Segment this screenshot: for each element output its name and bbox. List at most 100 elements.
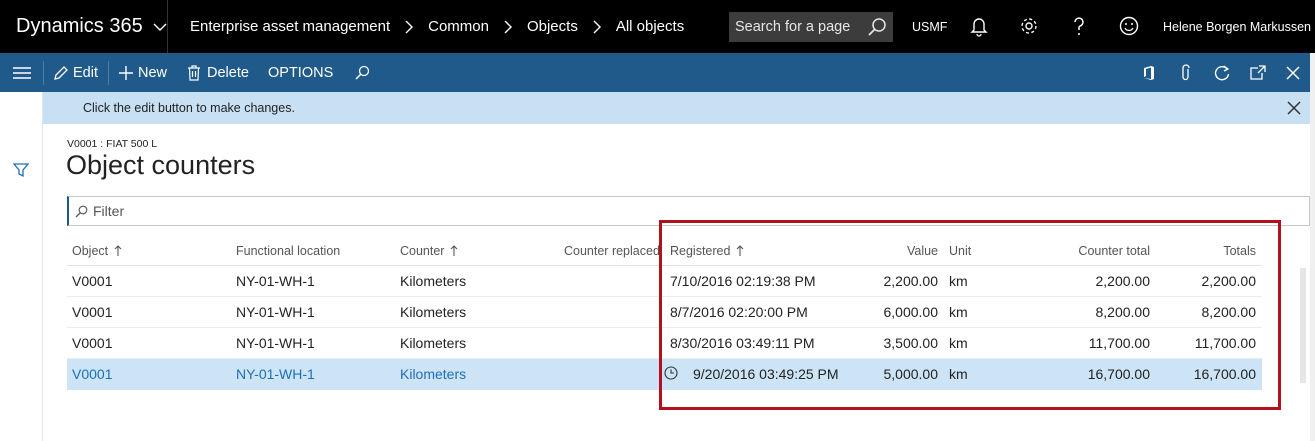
attachments-button[interactable] xyxy=(1180,53,1192,92)
cell-functional-location[interactable]: NY-01-WH-1 xyxy=(236,304,315,320)
column-header-label: Registered xyxy=(670,244,731,258)
app-launcher-button[interactable]: Dynamics 365 xyxy=(0,0,168,53)
grid-filter-input[interactable]: Filter xyxy=(67,196,1310,226)
cell-object[interactable]: V0001 xyxy=(72,304,112,320)
sort-ascending-icon xyxy=(114,245,122,256)
column-header-counter-total[interactable]: Counter total xyxy=(1027,236,1150,266)
breadcrumb-item-objects[interactable]: Objects xyxy=(527,18,578,35)
office-button[interactable] xyxy=(1142,53,1156,92)
column-header-totals[interactable]: Totals xyxy=(1167,236,1256,266)
options-tab[interactable]: OPTIONS xyxy=(268,53,333,92)
office-icon xyxy=(1144,65,1154,80)
column-header-functional-location[interactable]: Functional location xyxy=(236,236,340,266)
cell-registered: 7/10/2016 02:19:38 PM xyxy=(670,273,816,289)
help-icon[interactable] xyxy=(1068,15,1090,37)
pop-out-icon xyxy=(1250,64,1266,80)
breadcrumb-item-module[interactable]: Enterprise asset management xyxy=(190,18,390,35)
column-header-counter-replaced[interactable]: Counter replaced xyxy=(564,236,660,266)
close-page-button[interactable] xyxy=(1286,53,1300,92)
clock-icon xyxy=(664,366,678,380)
cell-counter[interactable]: Kilometers xyxy=(400,335,466,351)
cell-object[interactable]: V0001 xyxy=(72,366,112,382)
cell-functional-location[interactable]: NY-01-WH-1 xyxy=(236,273,315,289)
cell-value[interactable]: 5,000.00 xyxy=(847,366,939,382)
column-header-object[interactable]: Object xyxy=(72,236,122,266)
page-edge xyxy=(1310,53,1315,441)
page-search-placeholder: Search for a page xyxy=(735,19,851,35)
table-row-selected[interactable]: V0001 NY-01-WH-1 Kilometers 9/20/2016 03… xyxy=(67,359,1262,390)
search-icon xyxy=(75,205,88,218)
sort-ascending-icon xyxy=(737,245,744,256)
cell-unit: km xyxy=(949,273,968,289)
edit-label: Edit xyxy=(73,64,98,81)
filter-icon[interactable] xyxy=(13,162,29,178)
cell-unit: km xyxy=(949,304,968,320)
breadcrumb-item-all-objects[interactable]: All objects xyxy=(616,18,684,35)
delete-label: Delete xyxy=(207,64,249,81)
table-row[interactable]: V0001 NY-01-WH-1 Kilometers 7/10/2016 02… xyxy=(67,266,1262,297)
column-header-counter[interactable]: Counter xyxy=(400,236,458,266)
cell-counter[interactable]: Kilometers xyxy=(400,273,466,289)
search-icon xyxy=(355,65,370,80)
cell-counter[interactable]: Kilometers xyxy=(400,304,466,320)
company-picker[interactable]: USMF xyxy=(912,0,947,53)
cell-totals: 11,700.00 xyxy=(1194,335,1256,351)
refresh-button[interactable] xyxy=(1213,53,1231,92)
cell-counter-total: 8,200.00 xyxy=(1095,304,1151,320)
smiley-icon[interactable] xyxy=(1118,15,1140,37)
chevron-down-icon xyxy=(153,23,167,31)
cell-counter-total: 11,700.00 xyxy=(1088,335,1150,351)
cell-object[interactable]: V0001 xyxy=(72,335,112,351)
grid-scrollbar[interactable] xyxy=(1300,268,1306,383)
gear-icon[interactable] xyxy=(1018,15,1040,37)
column-header-registered[interactable]: Registered xyxy=(670,236,744,266)
divider xyxy=(43,61,44,85)
table-row[interactable]: V0001 NY-01-WH-1 Kilometers 8/7/2016 02:… xyxy=(67,297,1262,328)
table-row[interactable]: V0001 NY-01-WH-1 Kilometers 8/30/2016 03… xyxy=(67,328,1262,359)
column-header-label: Counter total xyxy=(1078,244,1150,258)
filter-pane-rail xyxy=(0,92,43,441)
message-text: Click the edit button to make changes. xyxy=(83,101,295,115)
column-header-label: Counter xyxy=(400,244,445,258)
cell-unit[interactable]: km xyxy=(949,366,968,382)
bell-icon[interactable] xyxy=(968,15,990,37)
action-pane: Edit New Delete OPTIONS xyxy=(0,53,1315,92)
page-search-input[interactable]: Search for a page xyxy=(729,12,893,42)
cell-counter-total: 16,700.00 xyxy=(1087,366,1150,382)
cell-functional-location[interactable]: NY-01-WH-1 xyxy=(236,335,315,351)
divider xyxy=(108,61,109,85)
column-header-label: Value xyxy=(906,244,938,258)
column-header-unit[interactable]: Unit xyxy=(949,236,971,266)
breadcrumb-item-common[interactable]: Common xyxy=(428,18,489,35)
chevron-right-icon xyxy=(405,20,414,33)
user-name[interactable]: Helene Borgen Markussen xyxy=(1163,0,1311,53)
chevron-right-icon xyxy=(504,20,512,33)
hamburger-menu-button[interactable] xyxy=(12,53,32,92)
cell-object[interactable]: V0001 xyxy=(72,273,112,289)
new-button[interactable]: New xyxy=(118,53,167,92)
cell-totals: 8,200.00 xyxy=(1201,304,1257,320)
open-new-window-button[interactable] xyxy=(1249,53,1267,92)
cell-counter-total: 2,200.00 xyxy=(1095,273,1151,289)
cell-totals: 2,200.00 xyxy=(1201,273,1257,289)
cell-totals: 16,700.00 xyxy=(1193,366,1256,382)
sort-ascending-icon xyxy=(451,245,458,256)
page-title: Object counters xyxy=(66,150,256,180)
column-header-label: Totals xyxy=(1223,244,1256,258)
chevron-right-icon xyxy=(593,20,601,33)
hamburger-icon xyxy=(13,66,31,79)
filter-placeholder: Filter xyxy=(93,203,125,219)
delete-button[interactable]: Delete xyxy=(187,53,249,92)
cell-registered[interactable]: 9/20/2016 03:49:25 PM xyxy=(693,366,839,382)
action-search-button[interactable] xyxy=(354,53,370,92)
cell-counter[interactable]: Kilometers xyxy=(400,366,466,382)
column-header-value[interactable]: Value xyxy=(847,236,938,266)
edit-button[interactable]: Edit xyxy=(53,53,98,92)
close-icon[interactable] xyxy=(1287,101,1301,115)
column-header-label: Counter replaced xyxy=(564,244,660,258)
cell-registered: 8/7/2016 02:20:00 PM xyxy=(670,304,808,320)
close-icon xyxy=(1286,65,1300,80)
app-name: Dynamics 365 xyxy=(16,15,143,37)
column-header-label: Object xyxy=(72,244,109,258)
cell-functional-location[interactable]: NY-01-WH-1 xyxy=(236,366,315,382)
